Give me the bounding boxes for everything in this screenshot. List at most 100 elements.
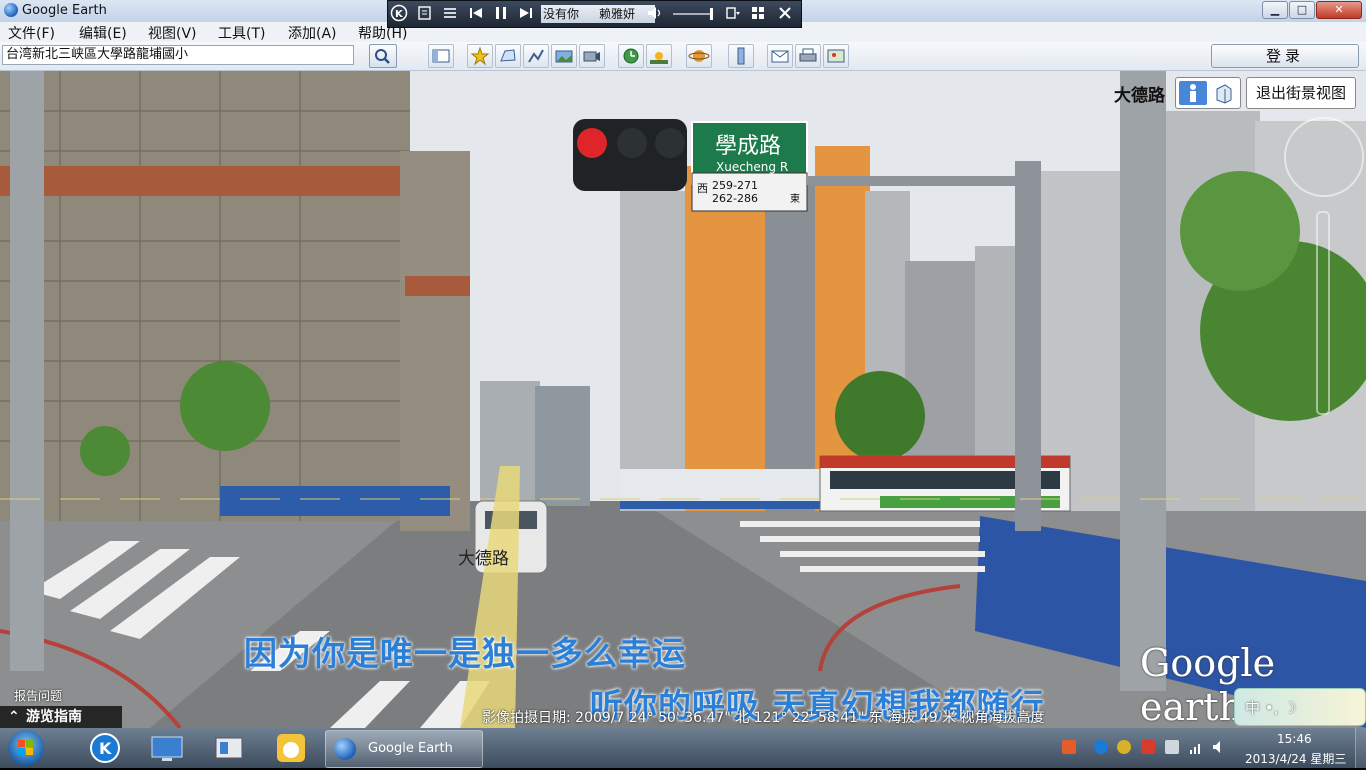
volume-slider-handle[interactable] [710,8,713,20]
lyric-line-1: 因为你是唯一是独一多么幸运 [244,634,686,673]
tray-volume-icon[interactable] [1212,740,1226,754]
placemark-icon [470,46,490,66]
svg-text:K: K [99,739,112,758]
record-tour-button[interactable] [579,44,605,68]
sidebar-icon [432,49,450,63]
search-icon [375,49,390,64]
media-player-bar: K 没有你 赖雅妍 [387,0,802,28]
taskbar-explorer-icon[interactable] [206,731,252,765]
navigation-look-control[interactable] [1284,117,1364,197]
menu-add[interactable]: 添加(A) [288,23,337,43]
volume-icon[interactable] [646,4,664,22]
print-icon [799,48,817,62]
planets-button[interactable] [686,44,712,68]
clock-time[interactable]: 15:46 [1277,732,1312,746]
settings-menu-icon[interactable] [724,4,742,22]
tour-guide-label: 游览指南 [26,709,82,725]
historical-imagery-button[interactable] [618,44,644,68]
mini-mode-icon[interactable] [749,4,767,22]
tray-network-icon[interactable] [1189,740,1203,754]
clock-date[interactable]: 2013/4/24 星期三 [1245,750,1346,767]
tray-app-icon[interactable] [1141,740,1155,754]
maximize-button[interactable]: □ [1289,1,1315,19]
song-artist: 赖雅妍 [599,7,636,21]
exit-street-view-button[interactable]: 退出街景视图 [1246,77,1356,109]
sign-in-button[interactable]: 登录 [1211,44,1359,68]
lyrics-icon[interactable] [416,4,434,22]
minimize-button[interactable]: ▁ [1262,1,1288,19]
taskbar-google-earth-button[interactable]: Google Earth [325,730,483,768]
tour-guide-button[interactable]: ⌃ 游览指南 [0,706,122,728]
input-method-bar[interactable]: 中 •, ☽ [1234,688,1366,726]
print-button[interactable] [795,44,821,68]
pegman-icon[interactable] [1179,81,1207,105]
sign-west-text: 西 [697,182,708,195]
historical-imagery-icon [623,48,639,64]
view-in-maps-icon [827,49,845,63]
tray-usb-icon[interactable] [1165,740,1179,754]
tray-security-icon[interactable] [1117,740,1131,754]
taskbar-desktop-icon[interactable] [144,731,190,765]
menu-edit[interactable]: 编辑(E) [79,23,127,43]
now-playing-display: 没有你 赖雅妍 [541,5,655,23]
street-view-mode-control [1175,77,1241,109]
ruler-icon [737,47,745,65]
window-title: Google Earth [22,3,107,18]
search-button[interactable] [369,44,397,68]
add-path-button[interactable] [523,44,549,68]
planets-icon [688,50,710,62]
image-overlay-button[interactable] [551,44,577,68]
ime-status-text: 中 •, ☽ [1245,699,1297,717]
close-window-button[interactable]: ✕ [1316,1,1362,19]
next-track-icon[interactable] [517,4,535,22]
windows-logo-icon [18,740,33,755]
menu-file[interactable]: 文件(F) [8,23,55,43]
start-button[interactable] [8,730,44,766]
report-problem-link[interactable]: 报告问题 [14,687,62,704]
sunlight-icon [650,52,668,64]
google-earth-logo-icon [4,3,18,17]
sidebar-toggle-button[interactable] [428,44,454,68]
player-close-icon[interactable] [776,4,794,22]
email-icon [771,50,789,63]
zoom-slider[interactable] [1316,211,1330,415]
google-earth-icon [334,738,356,760]
chevron-up-icon: ⌃ [8,709,20,725]
taskbar-pps-icon[interactable] [268,731,314,765]
taskbar-kugou-icon[interactable]: K [82,731,128,765]
taskbar: K Google Earth 15:46 2013/4/24 星期三 [0,728,1366,768]
sign-english-text: Xuecheng R [716,160,788,174]
add-polygon-button[interactable] [495,44,521,68]
playlist-icon[interactable] [441,4,459,22]
ground-level-view-icon[interactable] [1211,81,1237,105]
toolbar: 登录 [0,42,1366,71]
sign-east-text: 東 [790,192,800,205]
street-view-street-name: 大德路 [1114,86,1165,106]
song-title: 没有你 [543,7,580,21]
add-placemark-button[interactable] [467,44,493,68]
path-icon [528,49,544,63]
street-view-viewport[interactable]: 學成路 Xuecheng R 西 259-271 262-286 東 大德路 退… [0,71,1366,728]
menu-view[interactable]: 视图(V) [148,23,197,43]
previous-track-icon[interactable] [467,4,485,22]
sunlight-button[interactable] [646,44,672,68]
record-tour-icon [583,51,600,62]
sign-right-number: 262-286 [712,192,758,205]
polygon-icon [500,49,516,62]
imagery-status-bar: 影像拍摄日期: 2009/7 24° 50' 36.47" 北 121° 22'… [482,710,1045,726]
email-button[interactable] [767,44,793,68]
view-in-maps-button[interactable] [823,44,849,68]
taskbar-app-label: Google Earth [368,741,453,756]
tray-kugou-icon[interactable] [1094,740,1108,754]
image-overlay-icon [555,50,573,63]
volume-slider[interactable] [673,13,713,15]
svg-text:K: K [395,9,404,20]
tray-sogou-icon[interactable] [1062,740,1076,754]
search-input[interactable] [2,45,354,65]
ruler-button[interactable] [728,44,754,68]
show-desktop-button[interactable] [1355,728,1366,768]
player-logo-icon[interactable]: K [390,4,408,22]
road-name-label: 大德路 [458,549,509,569]
menu-tools[interactable]: 工具(T) [218,23,265,43]
pause-icon[interactable] [492,4,510,22]
